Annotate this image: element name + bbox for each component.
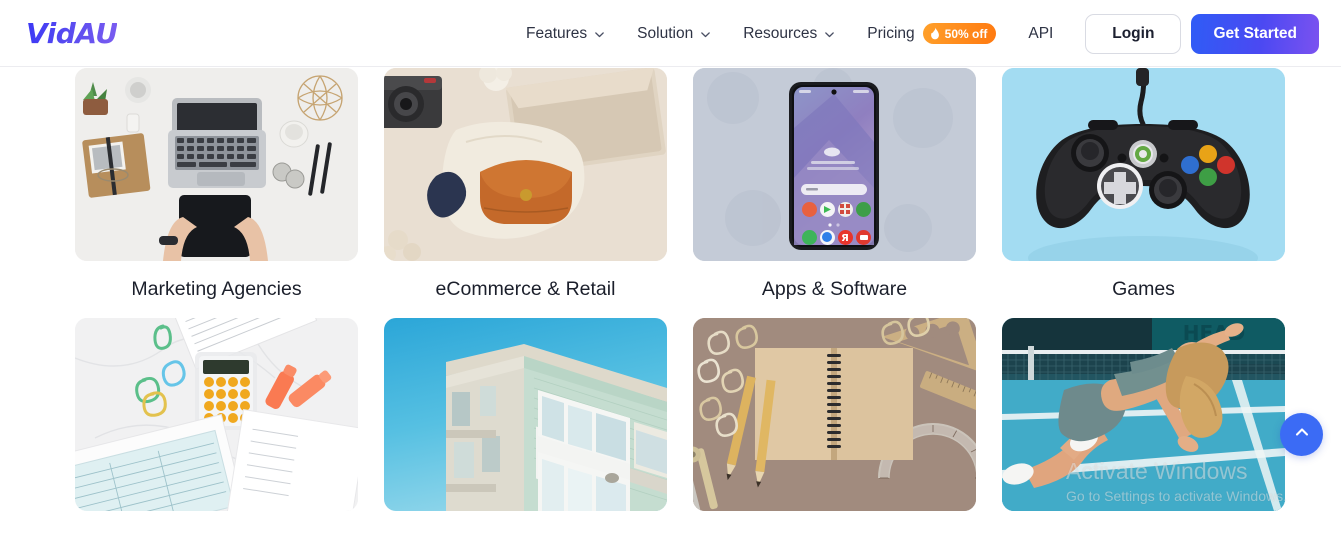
- card-thumbnail-retail-packaging[interactable]: [384, 68, 667, 261]
- nav-item-resources-label: Resources: [743, 24, 818, 42]
- svg-text:Я: Я: [841, 233, 849, 244]
- card-thumbnail-game-controller[interactable]: [1002, 68, 1285, 261]
- login-button[interactable]: Login: [1085, 13, 1182, 54]
- badge-label: 50% off: [944, 26, 988, 41]
- site-header: VidAU Features Solution Resources Pricin…: [0, 0, 1341, 67]
- nav-item-pricing[interactable]: Pricing 50% off: [851, 0, 1012, 67]
- nav-item-features-label: Features: [526, 24, 588, 42]
- card-education[interactable]: [693, 318, 976, 511]
- chevron-down-icon: [824, 29, 835, 40]
- nav-item-solution[interactable]: Solution: [621, 0, 727, 67]
- card-label: Games: [1112, 278, 1175, 300]
- scroll-to-top-button[interactable]: [1280, 413, 1323, 456]
- main-content: Marketing Agencies eCommerce & Retail Я …: [0, 67, 1341, 537]
- card-thumbnail-smartphone[interactable]: Я: [693, 68, 976, 261]
- chevron-down-icon: [700, 29, 711, 40]
- chevron-up-icon: [1292, 422, 1312, 447]
- grid-row: Marketing Agencies eCommerce & Retail Я …: [75, 68, 1285, 301]
- card-thumbnail-notebook-stationery[interactable]: [693, 318, 976, 511]
- card-apps-software[interactable]: Я Apps & Software: [693, 68, 976, 301]
- card-real-estate[interactable]: [384, 318, 667, 511]
- nav-item-resources[interactable]: Resources: [727, 0, 851, 67]
- card-thumbnail-desk-flatlay[interactable]: [75, 68, 358, 261]
- nav-item-api[interactable]: API: [1012, 0, 1069, 67]
- chevron-down-icon: [594, 29, 605, 40]
- fire-icon: [929, 27, 941, 40]
- card-thumbnail-tennis-court-athlete[interactable]: HEAD: [1002, 318, 1285, 511]
- card-label: eCommerce & Retail: [435, 278, 616, 300]
- card-marketing-agencies[interactable]: Marketing Agencies: [75, 68, 358, 301]
- card-finance-tax[interactable]: 1040: [75, 318, 358, 511]
- card-thumbnail-tax-calculator[interactable]: 1040: [75, 318, 358, 511]
- status-badge: 50% off: [922, 23, 997, 44]
- nav-item-api-label: API: [1028, 24, 1054, 42]
- pricing-group: Pricing 50% off: [867, 23, 997, 44]
- brand-logo[interactable]: VidAU: [26, 17, 118, 50]
- header-actions: Login Get Started: [1085, 0, 1319, 67]
- use-case-grid: Marketing Agencies eCommerce & Retail Я …: [75, 68, 1285, 511]
- primary-navigation: Features Solution Resources Pricing 50% …: [520, 0, 1069, 67]
- nav-item-features[interactable]: Features: [520, 0, 621, 67]
- card-ecommerce-retail[interactable]: eCommerce & Retail: [384, 68, 667, 301]
- card-label: Marketing Agencies: [131, 278, 302, 300]
- card-games[interactable]: Games: [1002, 68, 1285, 301]
- nav-item-solution-label: Solution: [637, 24, 694, 42]
- card-label: Apps & Software: [761, 278, 908, 300]
- nav-item-pricing-label: Pricing: [867, 24, 915, 42]
- card-thumbnail-apartment-building[interactable]: [384, 318, 667, 511]
- grid-row: 1040: [75, 318, 1285, 511]
- card-sports-fitness[interactable]: HEAD: [1002, 318, 1285, 511]
- get-started-button[interactable]: Get Started: [1191, 13, 1319, 54]
